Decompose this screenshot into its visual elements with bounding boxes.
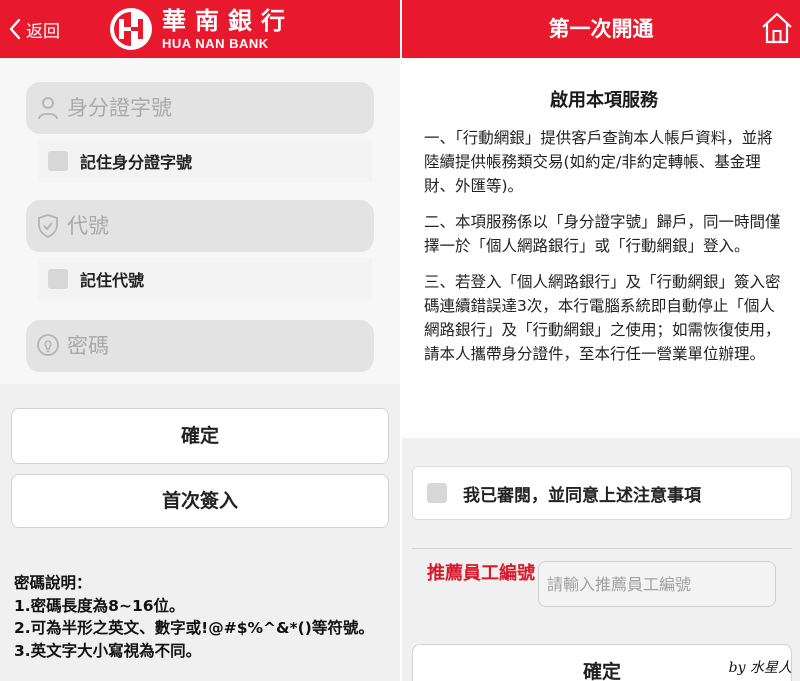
home-icon[interactable] <box>760 10 794 46</box>
divider-line <box>412 548 792 549</box>
login-screen: 返回 華南銀行 HUA NAN BANK 身分證字號 記住身分證字號 代號 記住… <box>0 0 400 681</box>
shield-icon <box>38 214 58 239</box>
back-label: 返回 <box>26 21 60 42</box>
remember-id-checkbox[interactable]: 記住身分證字號 <box>38 140 372 182</box>
confirm-button[interactable]: 確定 <box>11 408 389 464</box>
watermark: by 水星人 <box>728 660 792 676</box>
terms-title: 啟用本項服務 <box>550 90 658 111</box>
password-note-line: 2.可為半形之英文、數字或!@#$%^&*()等符號。 <box>14 619 374 637</box>
terms-card: 啟用本項服務 一、「行動網銀」提供客戶查詢本人帳戶資料，並將陸續提供帳務類交易(… <box>402 58 800 438</box>
password-note-line: 1.密碼長度為8~16位。 <box>14 596 185 615</box>
login-form: 記住身分證字號 記住代號 <box>0 58 400 384</box>
terms-paragraph: 一、「行動網銀」提供客戶查詢本人帳戶資料，並將陸續提供帳務類交易(如約定/非約定… <box>424 129 773 195</box>
remember-id-label: 記住身分證字號 <box>80 153 193 172</box>
back-button[interactable]: 返回 <box>8 16 60 42</box>
password-notes-title: 密碼說明： <box>14 574 92 592</box>
user-icon <box>38 97 58 120</box>
agree-terms-label: 我已審閱，並同意上述注意事項 <box>463 485 701 506</box>
checkbox-box[interactable] <box>48 151 68 171</box>
app-header: 返回 華南銀行 HUA NAN BANK <box>0 0 400 58</box>
page-title: 第一次開通 <box>548 17 654 41</box>
checkbox-box[interactable] <box>48 269 68 289</box>
agree-terms-checkbox[interactable]: 我已審閱，並同意上述注意事項 <box>412 466 792 520</box>
bank-logo: 華南銀行 HUA NAN BANK <box>108 5 294 53</box>
terms-paragraph: 二、本項服務係以「身分證字號」歸戶，同一時間僅擇一於「個人網路銀行」或「行動網銀… <box>424 213 781 255</box>
bank-logo-mark-icon <box>110 8 152 50</box>
user-code-input[interactable] <box>67 214 357 238</box>
remember-code-checkbox[interactable]: 記住代號 <box>38 258 372 300</box>
password-notes: 密碼說明： 1.密碼長度為8~16位。 2.可為半形之英文、數字或!@#$%^&… <box>14 572 394 662</box>
password-field[interactable] <box>26 320 374 372</box>
referral-input[interactable] <box>538 561 776 607</box>
user-code-field[interactable] <box>26 200 374 252</box>
chevron-left-icon <box>9 18 21 40</box>
password-input[interactable] <box>67 334 357 358</box>
app-header: 第一次開通 <box>402 0 800 58</box>
id-number-field[interactable] <box>26 82 374 134</box>
password-note-line: 3.英文字大小寫視為不同。 <box>14 641 202 660</box>
activation-screen: 第一次開通 啟用本項服務 一、「行動網銀」提供客戶查詢本人帳戶資料，並將陸續提供… <box>402 0 800 681</box>
bank-name-cn: 華南銀行 <box>162 5 294 35</box>
id-number-input[interactable] <box>67 96 357 120</box>
checkbox-box[interactable] <box>427 483 447 503</box>
referral-label: 推薦員工編號 <box>427 563 535 584</box>
terms-paragraph: 三、若登入「個人網路銀行」及「行動網銀」簽入密碼連續錯誤達3次，本行電腦系統即自… <box>424 273 781 363</box>
first-login-button[interactable]: 首次簽入 <box>11 474 389 528</box>
lightbulb-icon <box>37 334 59 356</box>
bank-name-en: HUA NAN BANK <box>162 35 269 51</box>
remember-code-label: 記住代號 <box>80 271 145 290</box>
